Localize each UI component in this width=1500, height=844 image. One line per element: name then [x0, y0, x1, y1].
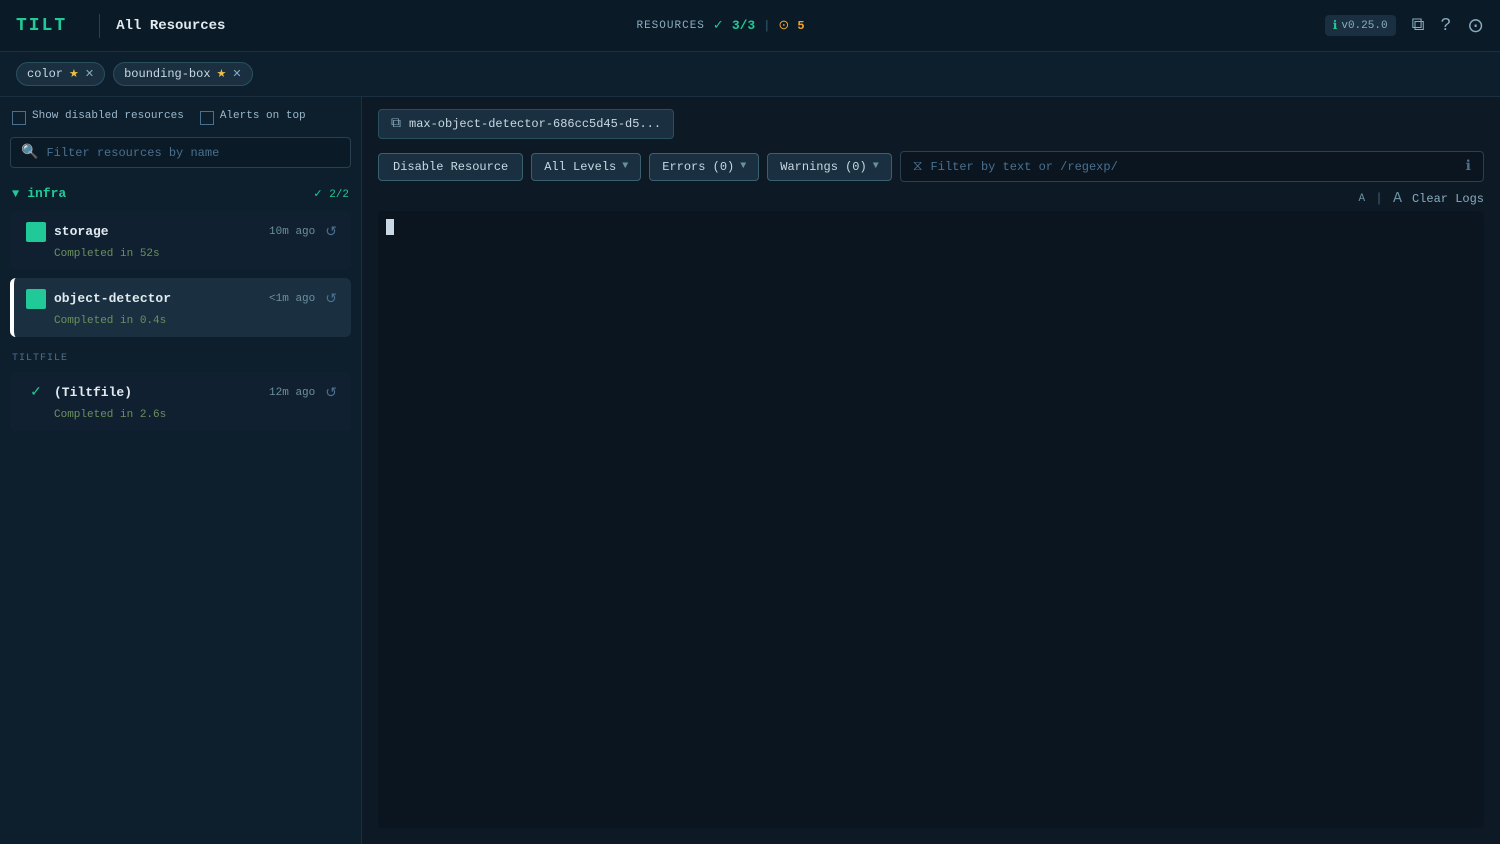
- group-infra-arrow: ▼: [12, 187, 19, 201]
- stat-separator: |: [763, 19, 770, 33]
- search-input[interactable]: [46, 146, 340, 160]
- header: TILT All Resources RESOURCES ✓ 3/3 | ⊙ 5…: [0, 0, 1500, 52]
- resources-stats: RESOURCES ✓ 3/3 | ⊙ 5: [636, 18, 804, 33]
- errors-dropdown[interactable]: Errors (0) ▼: [649, 153, 759, 181]
- tag-color-star: ★: [69, 67, 79, 81]
- tiltfile-section-label: TILTFILE: [0, 341, 361, 368]
- tag-bounding-box-label: bounding-box: [124, 67, 210, 81]
- font-size-small-button[interactable]: A: [1359, 193, 1366, 205]
- show-disabled-group[interactable]: Show disabled resources: [12, 109, 184, 125]
- copy-icon[interactable]: ⧉: [1412, 15, 1425, 36]
- log-area[interactable]: [378, 211, 1484, 828]
- tag-bounding-box[interactable]: bounding-box ★ ✕: [113, 62, 253, 86]
- object-detector-status-indicator: [26, 289, 46, 309]
- resource-card-object-detector[interactable]: object-detector <1m ago ↺ Completed in 0…: [10, 278, 351, 337]
- user-icon[interactable]: ⊙: [1467, 13, 1484, 39]
- alert-count: 5: [797, 19, 804, 33]
- warnings-dropdown[interactable]: Warnings (0) ▼: [767, 153, 891, 181]
- resource-card-tiltfile-top: ✓ (Tiltfile) 12m ago ↺: [26, 382, 339, 403]
- warnings-caret: ▼: [873, 161, 879, 172]
- alert-icon: ⊙: [778, 18, 789, 33]
- tag-bounding-box-close[interactable]: ✕: [232, 67, 241, 81]
- tiltfile-time: 12m ago: [269, 387, 315, 399]
- check-icon: ✓: [713, 18, 724, 33]
- tag-color[interactable]: color ★ ✕: [16, 62, 105, 86]
- resource-selector[interactable]: ⧉ max-object-detector-686cc5d45-d5...: [378, 109, 674, 139]
- alerts-on-top-group[interactable]: Alerts on top: [200, 109, 306, 125]
- levels-dropdown[interactable]: All Levels ▼: [531, 153, 641, 181]
- tiltfile-check-icon: ✓: [26, 384, 46, 401]
- levels-caret: ▼: [622, 161, 628, 172]
- storage-status: Completed in 52s: [54, 248, 339, 260]
- font-size-sep: |: [1375, 191, 1383, 206]
- search-box[interactable]: 🔍: [10, 137, 351, 168]
- resource-card-tiltfile[interactable]: ✓ (Tiltfile) 12m ago ↺ Completed in 2.6s: [10, 372, 351, 431]
- tag-color-close[interactable]: ✕: [85, 67, 94, 81]
- resources-label: RESOURCES: [636, 20, 704, 32]
- header-right: ℹ v0.25.0 ⧉ ? ⊙: [1325, 13, 1484, 39]
- page-title: All Resources: [116, 18, 636, 34]
- main-layout: Show disabled resources Alerts on top 🔍 …: [0, 97, 1500, 844]
- errors-caret: ▼: [740, 161, 746, 172]
- resource-selector-text: max-object-detector-686cc5d45-d5...: [409, 117, 661, 131]
- version-info-icon: ℹ: [1333, 18, 1338, 33]
- object-detector-name: object-detector: [54, 291, 261, 306]
- content-toolbar: ⧉ max-object-detector-686cc5d45-d5...: [362, 97, 1500, 147]
- log-cursor: [386, 219, 394, 235]
- sidebar: Show disabled resources Alerts on top 🔍 …: [0, 97, 362, 844]
- tag-color-label: color: [27, 67, 63, 81]
- alerts-on-top-label: Alerts on top: [220, 109, 306, 124]
- alerts-on-top-checkbox[interactable]: [200, 111, 214, 125]
- storage-refresh-button[interactable]: ↺: [323, 221, 339, 242]
- filter-icon: ⧖: [913, 159, 923, 175]
- tiltfile-refresh-button[interactable]: ↺: [323, 382, 339, 403]
- check-count: 3/3: [732, 18, 755, 33]
- search-icon: 🔍: [21, 144, 38, 161]
- group-infra-name: infra: [27, 186, 305, 201]
- font-size-large-button[interactable]: A: [1393, 190, 1402, 207]
- clear-logs-button[interactable]: Clear Logs: [1412, 192, 1484, 206]
- levels-label: All Levels: [544, 160, 616, 174]
- version-badge[interactable]: ℹ v0.25.0: [1325, 15, 1396, 36]
- log-filter-placeholder: Filter by text or /regexp/: [931, 160, 1458, 174]
- storage-status-indicator: [26, 222, 46, 242]
- toolbar-row: Disable Resource All Levels ▼ Errors (0)…: [362, 147, 1500, 190]
- log-filter-info-icon[interactable]: ℹ: [1466, 158, 1471, 175]
- show-disabled-label: Show disabled resources: [32, 109, 184, 124]
- resource-card-storage-top: storage 10m ago ↺: [26, 221, 339, 242]
- log-filter-input[interactable]: ⧖ Filter by text or /regexp/ ℹ: [900, 151, 1484, 182]
- errors-label: Errors (0): [662, 160, 734, 174]
- version-text: v0.25.0: [1341, 20, 1387, 32]
- warnings-label: Warnings (0): [780, 160, 866, 174]
- logo: TILT: [16, 16, 67, 36]
- storage-name: storage: [54, 224, 261, 239]
- header-divider: [99, 14, 100, 38]
- help-icon[interactable]: ?: [1440, 16, 1451, 36]
- group-infra-count: ✓ 2/2: [313, 187, 349, 201]
- tags-bar: color ★ ✕ bounding-box ★ ✕: [0, 52, 1500, 97]
- storage-time: 10m ago: [269, 226, 315, 238]
- show-disabled-checkbox[interactable]: [12, 111, 26, 125]
- group-infra-header[interactable]: ▼ infra ✓ 2/2: [0, 180, 361, 207]
- object-detector-status: Completed in 0.4s: [54, 315, 339, 327]
- log-actions: A | A Clear Logs: [362, 190, 1500, 211]
- content-area: ⧉ max-object-detector-686cc5d45-d5... Di…: [362, 97, 1500, 844]
- disable-resource-button[interactable]: Disable Resource: [378, 153, 523, 181]
- object-detector-time: <1m ago: [269, 293, 315, 305]
- resource-copy-icon: ⧉: [391, 116, 401, 132]
- resource-card-storage[interactable]: storage 10m ago ↺ Completed in 52s: [10, 211, 351, 270]
- sidebar-controls: Show disabled resources Alerts on top: [0, 109, 361, 137]
- tag-bounding-box-star: ★: [217, 67, 227, 81]
- resource-card-object-detector-top: object-detector <1m ago ↺: [26, 288, 339, 309]
- tiltfile-status: Completed in 2.6s: [54, 409, 339, 421]
- object-detector-refresh-button[interactable]: ↺: [323, 288, 339, 309]
- tiltfile-name: (Tiltfile): [54, 385, 261, 400]
